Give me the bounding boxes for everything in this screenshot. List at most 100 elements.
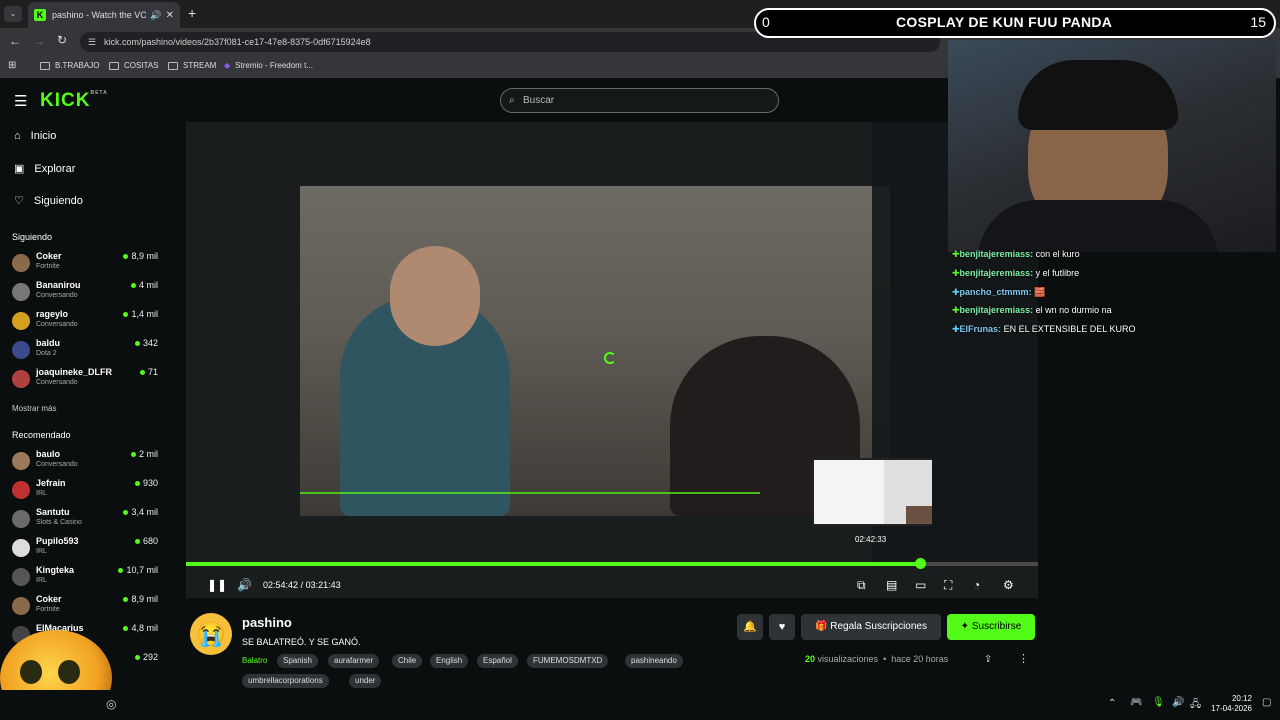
badge-icon: ✚ bbox=[952, 305, 960, 315]
category-link[interactable]: Balatro bbox=[242, 656, 267, 665]
pause-icon[interactable]: ❚❚ bbox=[207, 578, 227, 592]
kick-logo[interactable]: KICKBETA bbox=[40, 90, 108, 112]
sidebar-item-siguiendo[interactable]: ♡ Siguiendo bbox=[14, 194, 83, 208]
sidebar-channel[interactable]: Jefrain IRL 930 bbox=[12, 477, 162, 503]
sidebar-channel[interactable]: Coker Fortnite 8,9 mil bbox=[12, 250, 162, 276]
notification-bell-button[interactable]: 🔔 bbox=[737, 614, 763, 640]
avatar bbox=[12, 283, 30, 301]
more-options-icon[interactable]: ⋮ bbox=[1018, 652, 1029, 665]
avatar bbox=[12, 568, 30, 586]
bookmark-folder-cositas[interactable]: COSITAS bbox=[109, 61, 159, 70]
apps-grid-icon[interactable]: ⊞ bbox=[8, 60, 16, 71]
tag[interactable]: Español bbox=[477, 654, 518, 668]
sidebar-channel[interactable]: baulo Conversando 2 mil bbox=[12, 448, 162, 474]
reload-icon[interactable]: ↻ bbox=[57, 33, 67, 47]
tab-close-icon[interactable]: ✕ bbox=[166, 10, 174, 21]
heart-icon: ♡ bbox=[14, 195, 24, 207]
microphone-icon[interactable]: 🎙 bbox=[1152, 697, 1165, 708]
speaker-icon[interactable]: 🔊 bbox=[150, 10, 161, 21]
video-player[interactable] bbox=[186, 122, 1038, 598]
back-icon[interactable]: ← bbox=[9, 34, 21, 48]
speaker-icon[interactable]: 🔊 bbox=[1172, 697, 1184, 708]
miniplayer-icon[interactable]: ⧉ bbox=[857, 578, 866, 593]
tab-list-button[interactable]: ⌄ bbox=[4, 6, 22, 22]
gift-subs-button[interactable]: 🎁 Regala Suscripciones bbox=[801, 614, 941, 640]
tag[interactable]: under bbox=[349, 674, 382, 688]
sticker-eye bbox=[58, 660, 80, 684]
home-icon: ⌂ bbox=[14, 130, 21, 142]
channel-name[interactable]: pashino bbox=[242, 615, 292, 630]
sidebar-channel[interactable]: Kingteka IRL 10,7 mil bbox=[12, 564, 162, 590]
viewer-count: 4,8 mil bbox=[123, 623, 158, 633]
goal-title: COSPLAY DE KUN FUU PANDA bbox=[896, 14, 1113, 30]
follow-heart-button[interactable]: ♥ bbox=[769, 614, 795, 640]
seek-preview-thumbnail bbox=[812, 458, 932, 526]
views-count: 20 bbox=[805, 654, 816, 664]
theater-mode-icon[interactable]: ▭ bbox=[915, 578, 926, 592]
sidebar-channel[interactable]: rageylo Conversando 1,4 mil bbox=[12, 308, 162, 334]
steam-icon[interactable]: ◎ bbox=[106, 697, 116, 711]
subscribe-button[interactable]: ✦ Suscribirse bbox=[947, 614, 1035, 640]
tag[interactable]: FUMEMOSDMTXD bbox=[527, 654, 609, 668]
bookmark-folder-stream[interactable]: STREAM bbox=[168, 61, 216, 70]
avatar bbox=[12, 341, 30, 359]
notifications-icon[interactable]: ▢ bbox=[1262, 697, 1271, 708]
tag[interactable]: aurafarmer bbox=[328, 654, 380, 668]
chat-user: benjitajeremiass: bbox=[959, 249, 1034, 259]
playback-speed-icon[interactable]: ◔ bbox=[973, 578, 980, 592]
discord-icon[interactable]: 🎮 bbox=[1130, 697, 1142, 708]
channel-category: IRL bbox=[36, 548, 47, 555]
live-dot-icon bbox=[118, 567, 124, 573]
seek-bar-played bbox=[186, 562, 921, 566]
new-tab-button[interactable]: + bbox=[188, 5, 196, 21]
loading-spinner-icon bbox=[604, 352, 616, 364]
channel-category: Fortnite bbox=[36, 263, 60, 270]
fullscreen-icon[interactable]: ⛶ bbox=[944, 578, 952, 593]
bookmark-folder-trabajo[interactable]: B.TRABAJO bbox=[40, 61, 99, 70]
browser-tab[interactable]: K pashino - Watch the VOD o 🔊 ✕ bbox=[28, 2, 180, 28]
sidebar-channel[interactable]: Bananirou Conversando 4 mil bbox=[12, 279, 162, 305]
forward-icon[interactable]: → bbox=[33, 34, 45, 48]
volume-icon[interactable]: 🔊 bbox=[237, 578, 252, 592]
network-icon[interactable]: 🖧 bbox=[1190, 697, 1201, 714]
hamburger-menu-icon[interactable]: ☰ bbox=[14, 92, 27, 110]
clip-icon[interactable]: ▤ bbox=[886, 578, 897, 592]
tag[interactable]: pashineando bbox=[625, 654, 683, 668]
system-clock[interactable]: 20:12 17-04-2026 bbox=[1206, 694, 1252, 714]
bell-icon: 🔔 bbox=[743, 621, 757, 633]
chat-text: el wn no durmio na bbox=[1035, 305, 1112, 315]
bookmark-stremio[interactable]: ◆ Stremio - Freedom t... bbox=[224, 61, 313, 70]
site-info-icon[interactable]: ☰ bbox=[88, 32, 96, 52]
sidebar-channel[interactable]: joaquineke_DLFR Conversando 71 bbox=[12, 366, 162, 392]
tray-chevron-icon[interactable]: ⌃ bbox=[1108, 698, 1116, 709]
tag[interactable]: Spanish bbox=[277, 654, 318, 668]
seek-preview-time: 02:42:33 bbox=[855, 535, 887, 544]
tag[interactable]: English bbox=[430, 654, 469, 668]
sticker-eye bbox=[20, 660, 42, 684]
channel-name: Kingteka bbox=[36, 565, 75, 575]
channel-name: Bananirou bbox=[36, 280, 81, 290]
sidebar-channel[interactable]: Pupilo593 IRL 680 bbox=[12, 535, 162, 561]
sidebar-channel[interactable]: baldu Dota 2 342 bbox=[12, 337, 162, 363]
search-input[interactable]: ⌕ Buscar bbox=[500, 88, 779, 113]
share-icon[interactable]: ⇪ bbox=[984, 654, 992, 665]
show-more-link[interactable]: Mostrar más bbox=[12, 404, 56, 413]
sidebar-item-inicio[interactable]: ⌂ Inicio bbox=[14, 130, 56, 142]
avatar bbox=[12, 481, 30, 499]
time-separator: / bbox=[300, 580, 304, 590]
tag[interactable]: Chile bbox=[392, 654, 423, 668]
sidebar-channel[interactable]: Coker Fortnite 8,9 mil bbox=[12, 593, 162, 619]
viewer-count: 4 mil bbox=[130, 280, 158, 290]
search-icon: ⌕ bbox=[509, 95, 515, 106]
tag[interactable]: umbrellacorporations bbox=[242, 674, 329, 688]
live-dot-icon bbox=[123, 596, 129, 602]
sidebar-channel[interactable]: Santutu Slots & Casino 3,4 mil bbox=[12, 506, 162, 532]
webcam-person-hair bbox=[1018, 60, 1178, 130]
star-icon: ✦ bbox=[960, 621, 972, 632]
video-frame-scene bbox=[300, 186, 890, 516]
settings-gear-icon[interactable]: ⚙ bbox=[1003, 578, 1014, 592]
streamer-webcam-overlay bbox=[948, 40, 1276, 252]
sidebar-item-explorar[interactable]: ▣ Explorar bbox=[14, 162, 75, 176]
seek-bar[interactable] bbox=[186, 558, 1038, 569]
channel-avatar[interactable]: 😭 bbox=[190, 613, 232, 655]
